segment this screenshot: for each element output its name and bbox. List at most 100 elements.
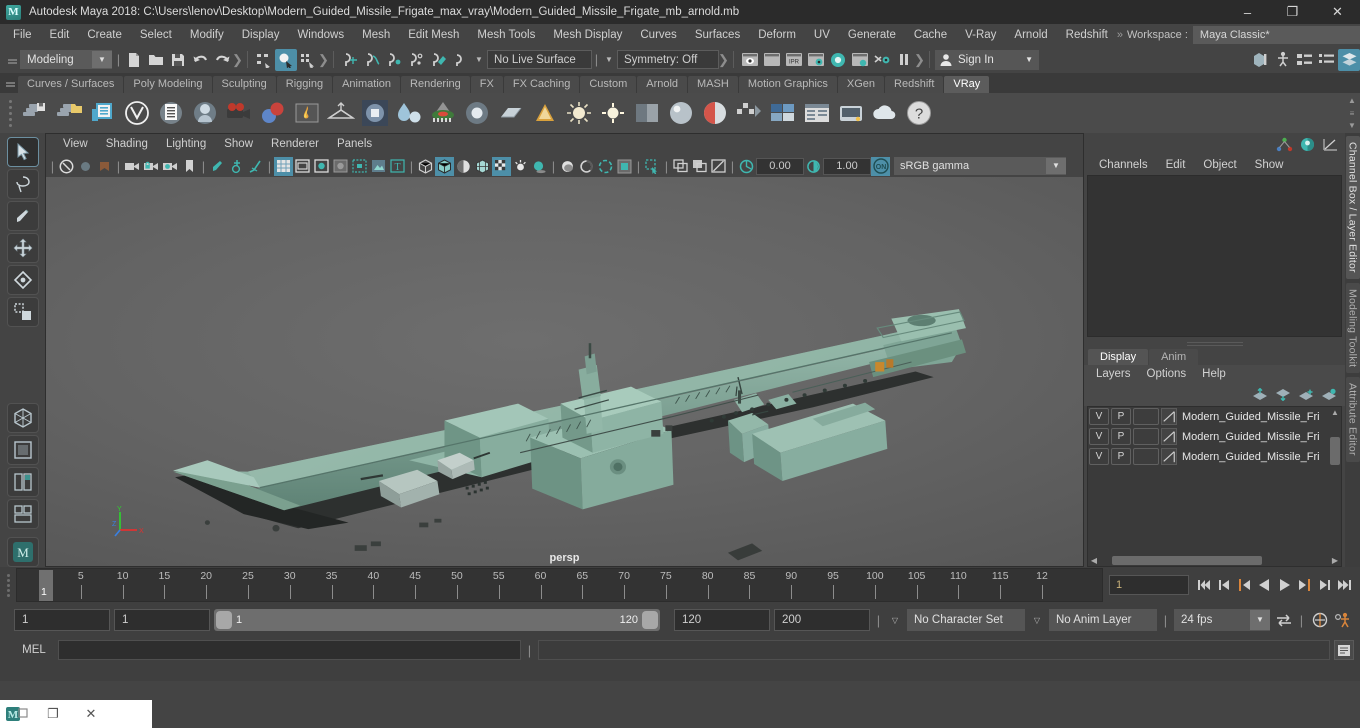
chevron-down-icon[interactable]: ▼: [471, 50, 487, 70]
snap-to-projected-center-icon[interactable]: [405, 49, 427, 71]
save-scene-icon[interactable]: [167, 49, 189, 71]
viewport-menu-panels[interactable]: Panels: [328, 134, 381, 155]
step-forward-key-button[interactable]: [1315, 575, 1334, 595]
channelbox-edit-menu[interactable]: Edit: [1157, 155, 1195, 175]
menu-deform[interactable]: Deform: [749, 24, 805, 46]
vray-two-sided-material-icon[interactable]: [698, 96, 732, 130]
menu-edit-mesh[interactable]: Edit Mesh: [399, 24, 468, 46]
playback-speed-dropdown[interactable]: 24 fps ▼: [1174, 609, 1270, 631]
xray-active-icon[interactable]: [690, 157, 709, 176]
shelf-tab-sculpting[interactable]: Sculpting: [212, 76, 276, 93]
animation-end-time-field[interactable]: 200: [774, 609, 870, 631]
vray-light-material-icon[interactable]: [256, 96, 290, 130]
depth-of-field-icon[interactable]: [615, 157, 634, 176]
maximize-icon[interactable]: ❐: [1270, 0, 1315, 24]
chevron-right-icon[interactable]: ▶: [1329, 554, 1341, 566]
maya-bookmark-button[interactable]: M: [6, 537, 39, 567]
texture-display-icon[interactable]: [492, 156, 511, 176]
panel-splitter[interactable]: [1084, 337, 1345, 348]
motion-blur-icon[interactable]: [577, 157, 596, 176]
channelbox-show-menu[interactable]: Show: [1246, 155, 1293, 175]
shelf-tab-mash[interactable]: MASH: [688, 76, 738, 93]
select-camera-icon[interactable]: [76, 157, 95, 176]
vray-scene-access-icon[interactable]: [834, 96, 868, 130]
shelf-tab-poly-modeling[interactable]: Poly Modeling: [124, 76, 212, 93]
animation-preferences-icon[interactable]: [1333, 610, 1352, 630]
layer-list-vertical-scrollbar[interactable]: ▲: [1329, 406, 1341, 554]
shelf-tab-arnold[interactable]: Arnold: [637, 76, 688, 93]
live-surface-field[interactable]: No Live Surface: [487, 50, 592, 69]
tab-display-layers[interactable]: Display: [1088, 348, 1149, 365]
chevron-down-icon[interactable]: ▼: [1046, 158, 1066, 174]
layer-help-menu[interactable]: Help: [1194, 365, 1234, 384]
graph-editor-icon[interactable]: [1322, 137, 1339, 152]
rotate-tool-button[interactable]: [6, 264, 39, 295]
side-tab-modeling-toolkit[interactable]: Modeling Toolkit: [1345, 282, 1360, 373]
menu-display[interactable]: Display: [233, 24, 289, 46]
new-scene-icon[interactable]: [123, 49, 145, 71]
vray-logo-icon[interactable]: [120, 96, 154, 130]
channel-box-panel-icon[interactable]: [1316, 49, 1338, 71]
scrollbar-thumb[interactable]: [1112, 555, 1262, 565]
vray-ies-light-icon[interactable]: [528, 96, 562, 130]
viewport-menu-show[interactable]: Show: [215, 134, 262, 155]
move-tool-button[interactable]: [6, 232, 39, 263]
layer-visibility-toggle[interactable]: V: [1089, 428, 1109, 445]
range-start-handle[interactable]: [216, 611, 232, 629]
menu-edit[interactable]: Edit: [41, 24, 79, 46]
vray-fog-icon[interactable]: [392, 96, 426, 130]
play-forwards-button[interactable]: [1275, 575, 1294, 595]
sign-in-button[interactable]: Sign In ▼: [935, 49, 1039, 70]
chevron-up-icon[interactable]: ▲: [1329, 407, 1341, 419]
script-editor-icon[interactable]: [1334, 640, 1354, 660]
vray-proxy-icon[interactable]: [188, 96, 222, 130]
layer-shading-toggle[interactable]: [1133, 408, 1159, 425]
outliner-panel-icon[interactable]: [1250, 49, 1272, 71]
ipr-render-icon[interactable]: IPR: [783, 49, 805, 71]
layer-color-swatch[interactable]: [1161, 428, 1177, 445]
render-view-icon[interactable]: [739, 49, 761, 71]
move-layer-down-icon[interactable]: [1275, 388, 1291, 401]
render-sequence-icon[interactable]: [761, 49, 783, 71]
vray-plane-icon[interactable]: [324, 96, 358, 130]
menu-create[interactable]: Create: [78, 24, 131, 46]
chevron-down-icon[interactable]: ▼: [601, 50, 617, 70]
snap-to-point-icon[interactable]: [383, 49, 405, 71]
create-empty-layer-icon[interactable]: [1298, 388, 1314, 401]
play-backwards-button[interactable]: [1255, 575, 1274, 595]
layer-color-swatch[interactable]: [1161, 448, 1177, 465]
chevron-down-icon[interactable]: ▼: [1348, 121, 1356, 130]
menu-redshift[interactable]: Redshift: [1057, 24, 1117, 46]
snap-to-curve-icon[interactable]: [361, 49, 383, 71]
layer-shading-toggle[interactable]: [1133, 448, 1159, 465]
menu-curves[interactable]: Curves: [631, 24, 685, 46]
statusline-grip[interactable]: [4, 50, 20, 70]
display-layer-list[interactable]: V P Modern_Guided_Missile_Fri V P Modern…: [1087, 405, 1342, 567]
menu-modify[interactable]: Modify: [181, 24, 233, 46]
outliner-persp-layout-button[interactable]: [6, 467, 39, 498]
vray-render-settings-icon[interactable]: [86, 96, 120, 130]
select-by-object-icon[interactable]: [275, 48, 297, 71]
vray-ambient-light-icon[interactable]: [562, 96, 596, 130]
vray-material-editor-icon[interactable]: [154, 96, 188, 130]
go-to-start-button[interactable]: [1195, 575, 1214, 595]
scale-tool-button[interactable]: [6, 296, 39, 327]
channel-box-content[interactable]: [1087, 175, 1342, 337]
symmetry-field[interactable]: Symmetry: Off: [617, 50, 719, 69]
make-live-icon[interactable]: [449, 49, 471, 71]
script-language-label[interactable]: MEL: [14, 644, 54, 656]
layer-visibility-toggle[interactable]: V: [1089, 448, 1109, 465]
menu-arnold[interactable]: Arnold: [1005, 24, 1056, 46]
snap-to-view-plane-icon[interactable]: [427, 49, 449, 71]
menu-overflow-icon[interactable]: »: [1117, 29, 1123, 41]
side-tab-attribute-editor[interactable]: Attribute Editor: [1345, 377, 1360, 462]
playback-loop-icon[interactable]: [1274, 610, 1293, 630]
animation-start-time-field[interactable]: 1: [14, 609, 110, 631]
workspace-dropdown[interactable]: Maya Classic* ▼: [1192, 26, 1360, 44]
time-slider-grip[interactable]: [0, 567, 16, 603]
current-time-indicator[interactable]: 1: [39, 570, 53, 601]
open-scene-icon[interactable]: [145, 49, 167, 71]
xray-joints-toggle-icon[interactable]: [709, 157, 728, 176]
menuset-dropdown[interactable]: Modeling ▼: [20, 50, 112, 69]
scrollbar-thumb[interactable]: [1330, 436, 1340, 465]
